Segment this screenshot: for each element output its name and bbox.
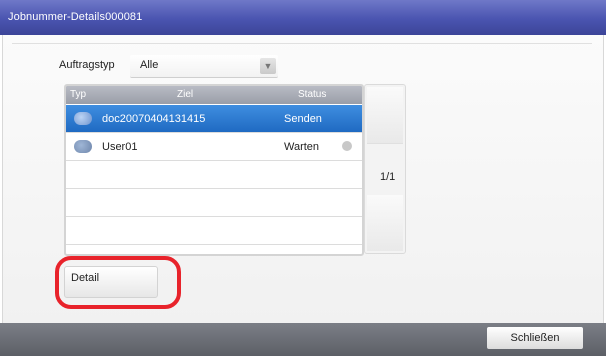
row-destination: User01 bbox=[102, 141, 138, 153]
page-count: 1/1 bbox=[380, 171, 396, 183]
row-status: Senden bbox=[284, 113, 322, 125]
page-down-button[interactable] bbox=[367, 195, 403, 251]
job-type-value: Alle bbox=[140, 59, 159, 71]
row-status: Warten bbox=[284, 141, 320, 153]
chevron-down-icon[interactable]: ▼ bbox=[260, 58, 276, 74]
send-job-icon bbox=[74, 112, 92, 125]
page-up-button[interactable] bbox=[367, 87, 403, 144]
row-destination: doc20070404131415 bbox=[102, 113, 206, 125]
table-row-empty bbox=[66, 161, 362, 189]
pager: 1/1 bbox=[364, 84, 406, 254]
row-arrow-icon bbox=[342, 141, 352, 151]
header-destination: Ziel bbox=[177, 89, 194, 100]
header-type: Typ bbox=[70, 89, 87, 100]
table-row-empty bbox=[66, 217, 362, 245]
header-status: Status bbox=[298, 89, 327, 100]
title-bar: Jobnummer-Details000081 bbox=[0, 0, 606, 35]
highlight-ring bbox=[55, 256, 181, 309]
window-title: Jobnummer-Details000081 bbox=[8, 11, 143, 23]
table-row[interactable]: User01 Warten bbox=[66, 133, 362, 161]
close-button[interactable]: Schließen bbox=[487, 327, 583, 349]
table-header: Typ Ziel Status bbox=[66, 86, 362, 104]
job-type-label: Auftragstyp bbox=[59, 59, 115, 71]
job-type-select[interactable]: Alle ▼ bbox=[130, 55, 278, 78]
table-row-empty bbox=[66, 189, 362, 217]
user-job-icon bbox=[74, 140, 92, 153]
table-row[interactable]: doc20070404131415 Senden bbox=[66, 105, 362, 133]
panel-divider bbox=[12, 43, 592, 52]
job-table: Typ Ziel Status doc20070404131415 Senden… bbox=[64, 84, 364, 256]
